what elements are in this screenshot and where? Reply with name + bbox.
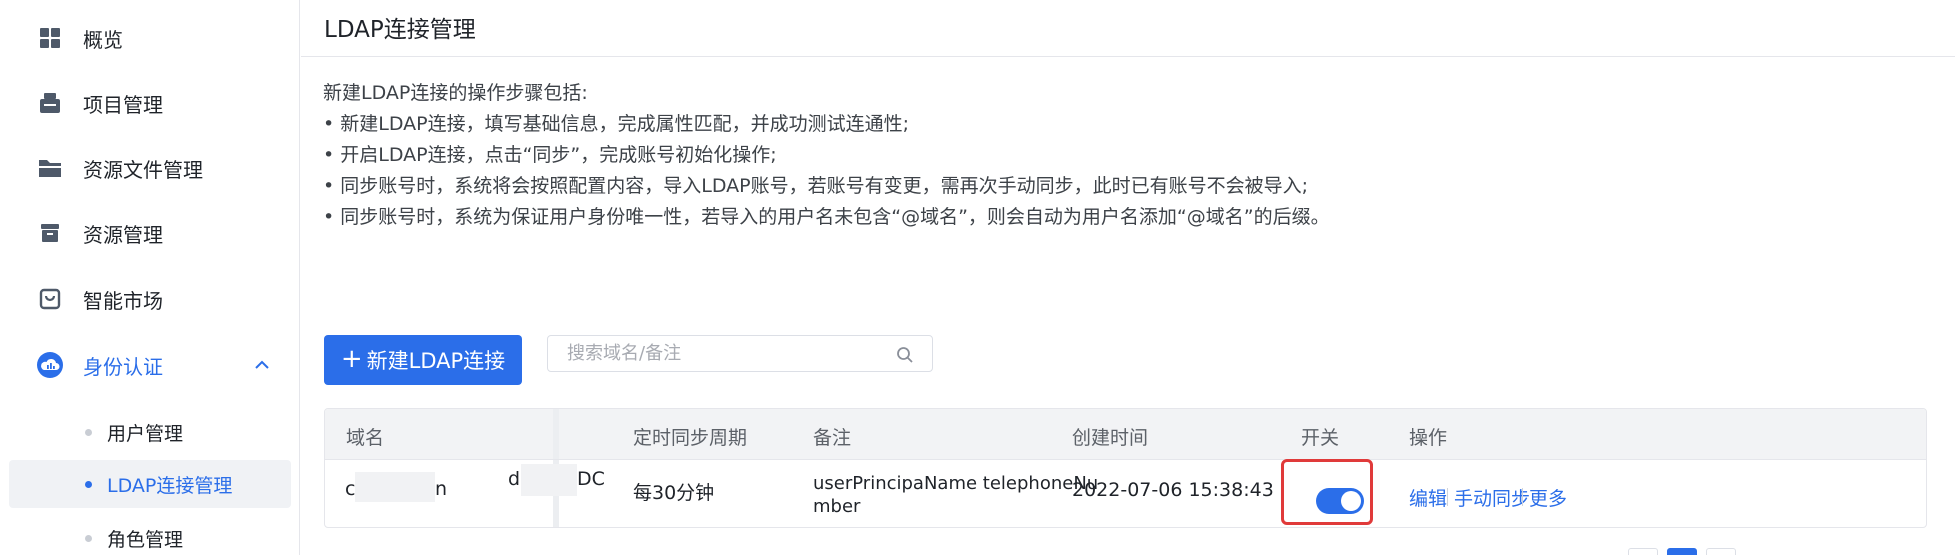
table-row: c n d DC 每30分钟 userPrincipaName telephon… [325, 459, 1926, 527]
column-header-domain: 域名 [346, 427, 385, 449]
sidebar-item-label: 资源文件管理 [83, 157, 203, 182]
sidebar-item-label: 概览 [83, 27, 123, 52]
folder-icon [36, 154, 64, 182]
pagination-page-button[interactable] [1667, 548, 1697, 555]
pagination-next-button[interactable] [1706, 548, 1736, 555]
add-ldap-connection-button[interactable]: + 新建LDAP连接 [324, 335, 522, 385]
switch-knob [1341, 491, 1361, 511]
sidebar-subitem-roles[interactable]: 角色管理 [9, 514, 291, 555]
column-header-remark: 备注 [813, 427, 852, 449]
sidebar-subitem-label: 用户管理 [107, 422, 184, 445]
redacted-mask [521, 464, 577, 496]
bullet-dot [85, 428, 92, 436]
bullet-dot [85, 534, 92, 542]
sidebar-item-identity[interactable]: 身份认证 [0, 337, 300, 393]
manual-sync-link[interactable]: 手动同步 [1454, 484, 1530, 511]
box-icon [36, 219, 64, 247]
instructions-step: • 新建LDAP连接，填写基础信息，完成属性匹配，并成功测试连通性; [323, 113, 909, 135]
cell-base-start: d [508, 468, 521, 490]
search-box [547, 335, 933, 372]
column-header-ops: 操作 [1409, 427, 1448, 449]
instructions-step: • 同步账号时，系统将会按照配置内容，导入LDAP账号，若账号有变更，需再次手动… [323, 175, 1308, 197]
pagination-prev-button[interactable] [1628, 548, 1658, 555]
project-stack-icon [36, 89, 64, 117]
more-link[interactable]: 更多 [1529, 484, 1567, 511]
cell-remark: userPrincipaName telephoneNumber [813, 473, 1099, 517]
sidebar-item-label: 智能市场 [83, 288, 163, 313]
column-header-created: 创建时间 [1072, 427, 1149, 449]
cell-domain-end: n [435, 478, 448, 500]
identity-cloud-icon [36, 351, 64, 379]
sidebar-subitem-label: LDAP连接管理 [107, 474, 233, 497]
cell-created: 2022-07-06 15:38:43 [1072, 479, 1274, 501]
divider [1522, 488, 1523, 506]
divider [301, 56, 1955, 57]
column-header-switch: 开关 [1301, 427, 1340, 449]
chevron-up-icon[interactable] [252, 355, 272, 375]
sidebar-item-resource-files[interactable]: 资源文件管理 [0, 140, 300, 196]
instructions: 新建LDAP连接的操作步骤包括: • 新建LDAP连接，填写基础信息，完成属性匹… [323, 78, 1330, 233]
search-icon[interactable] [896, 346, 914, 364]
redacted-mask [355, 472, 435, 502]
dashboard-grid-icon [36, 24, 64, 52]
bullet-dot [85, 480, 92, 488]
sidebar-subitem-ldap[interactable]: LDAP连接管理 [9, 460, 291, 508]
instructions-intro: 新建LDAP连接的操作步骤包括: [323, 82, 588, 104]
sidebar-subitem-users[interactable]: 用户管理 [9, 408, 291, 456]
sidebar-item-market[interactable]: 智能市场 [0, 271, 300, 327]
page-title: LDAP连接管理 [324, 17, 476, 43]
sidebar-item-projects[interactable]: 项目管理 [0, 75, 300, 131]
cell-period: 每30分钟 [633, 482, 715, 504]
search-input[interactable] [567, 343, 887, 364]
sidebar-subitem-label: 角色管理 [107, 528, 184, 551]
instructions-step: • 开启LDAP连接，点击“同步”，完成账号初始化操作; [323, 144, 777, 166]
table-header: 域名 定时同步周期 备注 创建时间 开关 操作 [325, 409, 1926, 459]
sidebar-item-label: 资源管理 [83, 222, 163, 247]
sidebar-item-resources[interactable]: 资源管理 [0, 205, 300, 261]
sidebar-item-label: 身份认证 [83, 354, 163, 379]
cell-domain-start: c [345, 478, 356, 500]
ldap-table: 域名 定时同步周期 备注 创建时间 开关 操作 c n d DC 每30分钟 u… [324, 408, 1927, 528]
add-button-label: 新建LDAP连接 [366, 349, 506, 373]
connection-switch[interactable] [1316, 488, 1364, 514]
cell-base-end: DC [577, 468, 605, 490]
main-content: LDAP连接管理 新建LDAP连接的操作步骤包括: • 新建LDAP连接，填写基… [301, 0, 1955, 555]
sidebar: 概览 项目管理 资源文件管理 资源管理 智能市场 身份认证 用户管理 LDAP连… [0, 0, 300, 555]
divider [1447, 488, 1448, 506]
instructions-step: • 同步账号时，系统为保证用户身份唯一性，若导入的用户名未包含“@域名”，则会自… [323, 206, 1330, 228]
shopping-bag-icon [36, 285, 64, 313]
sidebar-item-label: 项目管理 [83, 92, 163, 117]
plus-icon: + [340, 344, 363, 374]
column-header-period: 定时同步周期 [633, 427, 748, 449]
sidebar-item-overview[interactable]: 概览 [0, 10, 300, 66]
edit-link[interactable]: 编辑 [1409, 484, 1447, 511]
